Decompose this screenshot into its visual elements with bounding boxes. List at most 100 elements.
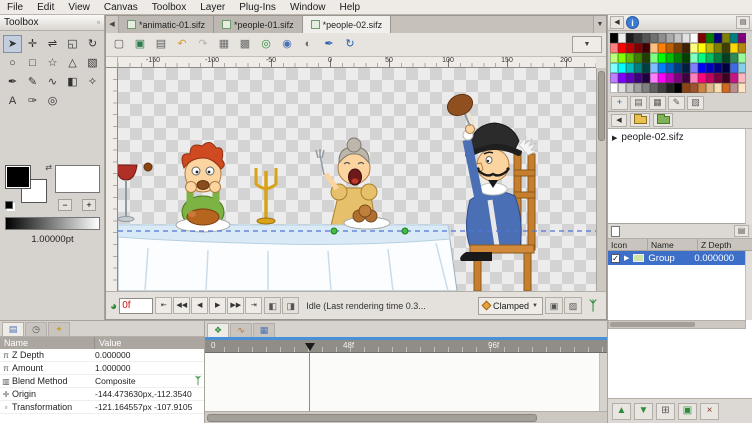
time-field[interactable] — [119, 298, 153, 314]
param-row[interactable]: π Z Depth 0.000000 — [0, 349, 204, 362]
default-colors-icon[interactable] — [5, 201, 13, 209]
palette-swatch[interactable] — [690, 53, 698, 63]
current-folder-button[interactable] — [653, 113, 673, 127]
menu-item[interactable]: Plug-Ins — [232, 1, 283, 14]
menu-item[interactable]: View — [61, 1, 97, 14]
palette-swatch[interactable] — [682, 43, 690, 53]
palette-swatch[interactable] — [610, 83, 618, 93]
palette-back-button[interactable]: ◀ — [610, 16, 624, 29]
param-row[interactable]: ▫ Transformation -121.164557px -107.9105 — [0, 401, 204, 414]
increase-width-button[interactable]: + — [82, 199, 96, 211]
palette-swatch[interactable] — [730, 33, 738, 43]
menu-item[interactable]: Toolbox — [145, 1, 193, 14]
tool-rectangle[interactable]: □ — [23, 54, 42, 72]
param-value[interactable]: 1.000000 — [95, 363, 204, 373]
timetrack-vertical-scrollbar[interactable] — [600, 353, 607, 411]
palette-swatch[interactable] — [722, 63, 730, 73]
tool-spline[interactable]: ✒ — [3, 73, 22, 91]
palette-menu-button[interactable]: ▨ — [687, 96, 704, 110]
param-value[interactable]: 0.000000 — [95, 350, 204, 360]
palette-swatch[interactable] — [642, 53, 650, 63]
lower-layer-button[interactable]: ▼ — [634, 403, 653, 420]
palette-swatch[interactable] — [682, 53, 690, 63]
palette-swatch[interactable] — [618, 53, 626, 63]
tool-fill[interactable]: ◧ — [63, 73, 82, 91]
column-header-name[interactable]: Name — [0, 337, 95, 349]
save-all-button[interactable]: ▤ — [151, 35, 171, 54]
palette-swatch[interactable] — [626, 63, 634, 73]
prev-frame-button[interactable]: ◀ — [191, 297, 208, 314]
palette-swatch[interactable] — [714, 53, 722, 63]
tool-star[interactable]: ☆ — [43, 54, 62, 72]
palette-swatch[interactable] — [650, 63, 658, 73]
palette-swatch[interactable] — [666, 33, 674, 43]
tool-width[interactable]: ∿ — [43, 73, 62, 91]
palette-swatch[interactable] — [642, 43, 650, 53]
palette-swatch[interactable] — [658, 43, 666, 53]
palette-swatch[interactable] — [634, 33, 642, 43]
palette-swatch[interactable] — [666, 63, 674, 73]
expander-icon[interactable]: ▶ — [612, 134, 617, 142]
palette-swatch[interactable] — [650, 53, 658, 63]
palette-swatch[interactable] — [634, 83, 642, 93]
static-toggle-icon[interactable]: ᛉ — [195, 376, 204, 387]
palette-swatch[interactable] — [706, 53, 714, 63]
palette-swatch[interactable] — [674, 83, 682, 93]
palette-swatch[interactable] — [658, 63, 666, 73]
palette-swatch[interactable] — [650, 33, 658, 43]
browser-back-button[interactable]: ◀ — [611, 114, 627, 127]
tool-gradient[interactable]: ▧ — [83, 54, 102, 72]
tool-circle[interactable]: ○ — [3, 54, 22, 72]
palette-swatch[interactable] — [706, 73, 714, 83]
menu-item[interactable]: File — [0, 1, 30, 14]
palette-swatch[interactable] — [642, 63, 650, 73]
palette-swatch[interactable] — [618, 43, 626, 53]
palette-swatch[interactable] — [730, 63, 738, 73]
panel-menu-icon[interactable]: ▫ — [97, 18, 100, 27]
tool-scale[interactable]: ◱ — [63, 35, 82, 53]
fill-color-swatch[interactable] — [5, 165, 31, 189]
interpolation-dropdown[interactable]: Clamped ▼ — [478, 297, 543, 315]
tool-sketch[interactable]: ✑ — [23, 92, 42, 110]
edit-color-button[interactable]: ✎ — [668, 96, 685, 110]
palette-swatch[interactable] — [650, 73, 658, 83]
new-file-button[interactable]: ▢ — [109, 35, 129, 54]
palette-swatch[interactable] — [698, 43, 706, 53]
param-row[interactable]: ✛ Origin -144.473630px,-112.3540 — [0, 388, 204, 401]
duplicate-layer-button[interactable]: ⊞ — [656, 403, 675, 420]
tab-keyframes[interactable]: ▦ — [253, 323, 275, 337]
layer-row-selected[interactable]: ✓ ▶ Group 0.000000 — [608, 251, 752, 265]
tool-transform[interactable]: ➤ — [3, 35, 22, 53]
column-header-name[interactable]: Name — [648, 239, 698, 250]
palette-swatch[interactable] — [730, 43, 738, 53]
palette-swatch[interactable] — [738, 63, 746, 73]
tab-curves[interactable]: ∿ — [230, 323, 252, 337]
keyframe-lock-icon[interactable]: ◕ — [110, 299, 117, 313]
palette-swatch[interactable] — [738, 43, 746, 53]
tool-zoom[interactable]: ◎ — [43, 92, 62, 110]
delete-layer-button[interactable]: × — [700, 403, 719, 420]
palette-swatch[interactable] — [706, 83, 714, 93]
palette-swatch[interactable] — [706, 43, 714, 53]
scrollbar-thumb[interactable] — [598, 71, 605, 141]
palette-swatch[interactable] — [714, 73, 722, 83]
column-header-icon[interactable]: Icon — [608, 239, 648, 250]
tab-library[interactable]: ✦ — [48, 322, 70, 336]
lock-future-keyframes-button[interactable]: ◨ — [282, 297, 299, 314]
column-header-value[interactable]: Value — [95, 337, 204, 349]
load-palette-button[interactable]: ▦ — [649, 96, 666, 110]
palette-swatch[interactable] — [610, 33, 618, 43]
menu-item[interactable]: Edit — [30, 1, 61, 14]
palette-swatch[interactable] — [714, 43, 722, 53]
palette-swatch[interactable] — [738, 83, 746, 93]
column-header-zdepth[interactable]: Z Depth — [698, 239, 752, 250]
snap-grid-button[interactable]: ▩ — [235, 35, 255, 54]
tab-timetrack[interactable]: ❖ — [207, 323, 229, 337]
palette-swatch[interactable] — [714, 83, 722, 93]
palette-swatch[interactable] — [626, 73, 634, 83]
menu-item[interactable]: Layer — [193, 1, 232, 14]
palette-swatch[interactable] — [666, 73, 674, 83]
timetrack-horizontal-scrollbar[interactable] — [205, 411, 607, 423]
layers-horizontal-scrollbar[interactable] — [608, 320, 746, 329]
palette-swatch[interactable] — [634, 53, 642, 63]
